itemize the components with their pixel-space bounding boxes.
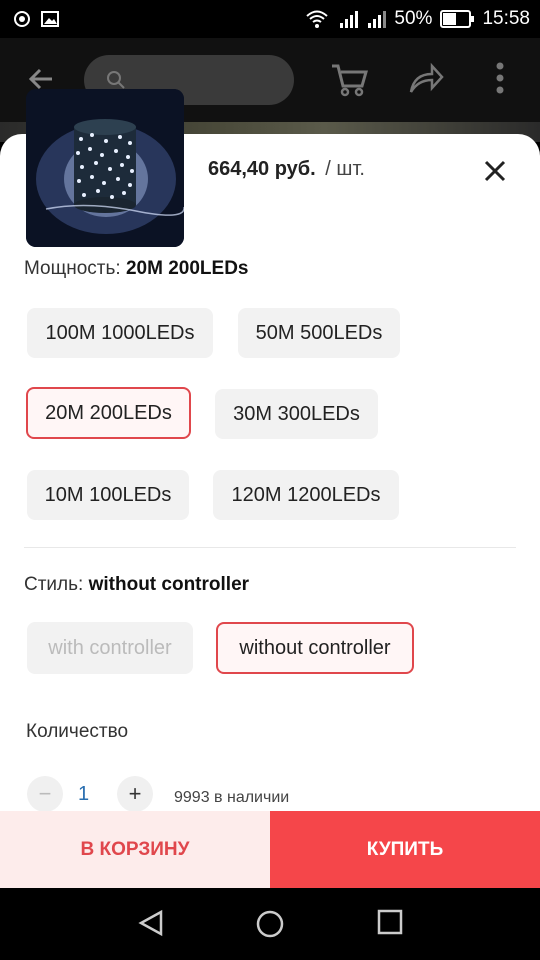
power-selected-value: 20M 200LEDs [125, 258, 249, 279]
status-bar: 50% 15:58 [0, 0, 540, 38]
product-thumbnail [26, 89, 184, 247]
quantity-minus-button[interactable]: − [27, 776, 63, 812]
add-to-cart-button[interactable]: В КОРЗИНУ [0, 811, 270, 888]
style-label-text: Стиль: [24, 574, 84, 595]
style-option-without-controller[interactable]: without controller [216, 622, 414, 674]
close-icon[interactable] [482, 158, 508, 184]
system-nav-bar [0, 888, 540, 960]
style-selected-value: without controller [88, 574, 250, 595]
power-label-text: Мощность: [24, 258, 121, 279]
power-option-100m[interactable]: 100M 1000LEDs [27, 308, 213, 358]
divider [24, 547, 516, 548]
location-icon [14, 11, 30, 27]
share-icon[interactable] [408, 62, 444, 96]
led-spool-image [26, 89, 184, 247]
power-option-30m[interactable]: 30M 300LEDs [215, 389, 378, 439]
power-option-50m[interactable]: 50M 500LEDs [238, 308, 400, 358]
chip-label: 50M 500LEDs [255, 321, 383, 344]
more-vert-icon[interactable] [495, 62, 505, 94]
signal-icon [340, 11, 359, 28]
nav-home-icon[interactable] [254, 908, 286, 940]
chip-label: without controller [239, 636, 391, 659]
price-row: 664,40 руб. / шт. [208, 158, 365, 181]
clock: 15:58 [482, 8, 530, 29]
chip-label: 100M 1000LEDs [45, 321, 195, 344]
power-option-10m[interactable]: 10M 100LEDs [27, 470, 189, 520]
power-option-120m[interactable]: 120M 1200LEDs [213, 470, 399, 520]
chip-label: with controller [48, 636, 172, 659]
image-icon [41, 11, 59, 27]
power-label: Мощность: 20M 200LEDs [24, 258, 248, 280]
battery-icon [440, 10, 475, 28]
power-option-20m[interactable]: 20M 200LEDs [26, 387, 191, 439]
chip-label: 120M 1200LEDs [231, 483, 381, 506]
chip-label: 20M 200LEDs [45, 401, 172, 424]
price: 664,40 руб. [208, 158, 316, 180]
nav-back-icon[interactable] [136, 908, 166, 938]
stock-count: 9993 в наличии [174, 789, 290, 806]
quantity-label: Количество [26, 721, 129, 742]
style-option-with-controller[interactable]: with controller [27, 622, 193, 674]
price-unit: / шт. [325, 158, 365, 180]
signal-icon [368, 11, 387, 28]
nav-recents-icon[interactable] [376, 908, 404, 936]
wifi-icon [306, 10, 329, 28]
chip-label: 30M 300LEDs [233, 402, 360, 425]
quantity-plus-button[interactable]: + [117, 776, 153, 812]
quantity-value[interactable]: 1 [78, 783, 89, 806]
buy-now-button[interactable]: КУПИТЬ [270, 811, 540, 888]
chip-label: 10M 100LEDs [44, 483, 172, 506]
style-label: Стиль: without controller [24, 574, 249, 596]
battery-percent: 50% [394, 8, 433, 29]
search-icon [107, 71, 125, 89]
cart-icon[interactable] [330, 60, 368, 98]
